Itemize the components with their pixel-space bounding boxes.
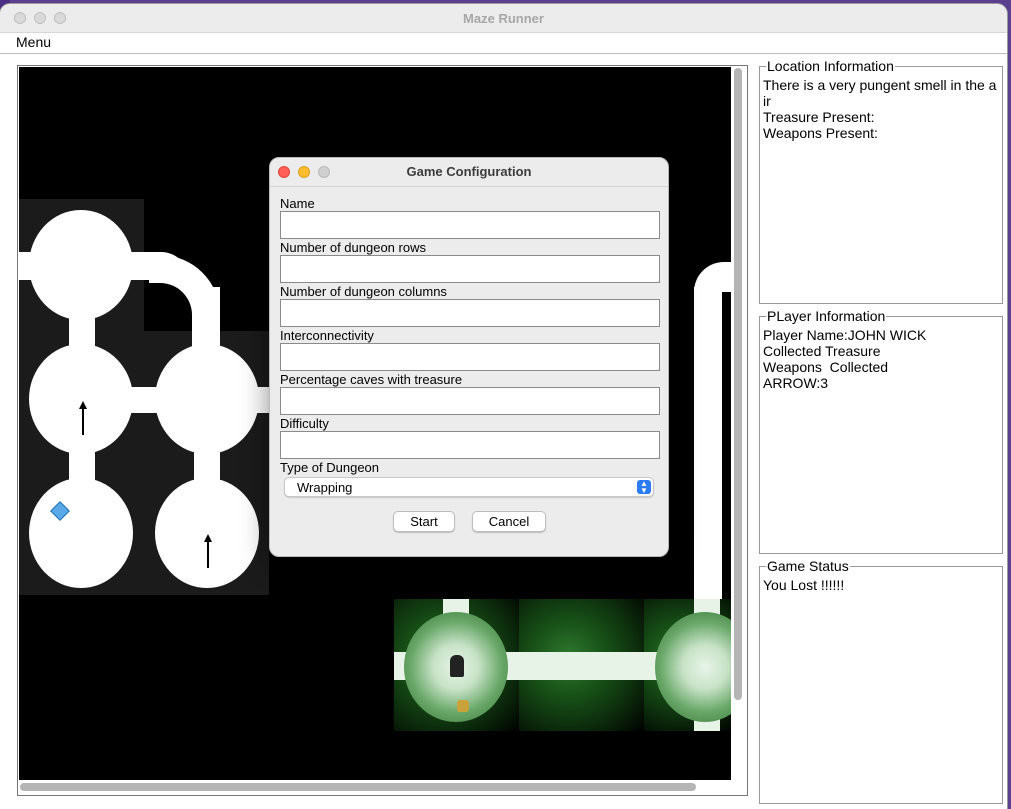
interconnectivity-input[interactable]	[280, 343, 660, 371]
location-information-panel: Location Information There is a very pun…	[759, 58, 1003, 304]
weapons-present-label: Weapons Present:	[763, 125, 878, 141]
horizontal-scrollbar[interactable]	[20, 783, 696, 791]
menu-button[interactable]: Menu	[16, 34, 51, 50]
rows-input[interactable]	[280, 255, 660, 283]
window-titlebar: Maze Runner	[0, 4, 1007, 33]
window-title: Maze Runner	[463, 11, 544, 26]
name-label: Name	[280, 196, 315, 211]
difficulty-label: Difficulty	[280, 416, 329, 431]
game-status-panel: Game Status You Lost !!!!!!	[759, 558, 1003, 804]
dungeon-type-select[interactable]: Wrapping ▲ ▼	[284, 477, 654, 497]
player-panel-title: PLayer Information	[766, 308, 887, 324]
treasure-present-label: Treasure Present:	[763, 109, 875, 125]
cave	[155, 478, 259, 588]
dialog-title: Game Configuration	[406, 164, 532, 179]
dungeon-type-label: Type of Dungeon	[280, 460, 380, 475]
arrow-shaft	[82, 407, 84, 435]
columns-label: Number of dungeon columns	[280, 284, 447, 299]
location-panel-title: Location Information	[766, 58, 895, 74]
player-icon	[450, 655, 464, 677]
weapons-collected-label: Weapons Collected	[763, 359, 889, 375]
columns-input[interactable]	[280, 299, 660, 327]
cave	[29, 478, 133, 588]
rows-label: Number of dungeon rows	[280, 240, 426, 255]
chevron-updown-icon: ▲ ▼	[637, 480, 651, 495]
vertical-scrollbar[interactable]	[734, 68, 742, 700]
start-button[interactable]: Start	[393, 511, 455, 532]
name-input[interactable]	[280, 211, 660, 239]
cave	[29, 344, 133, 454]
dungeon-type-selected: Wrapping	[297, 480, 353, 495]
interconnectivity-label: Interconnectivity	[280, 328, 374, 343]
difficulty-input[interactable]	[280, 431, 660, 459]
cave	[155, 344, 259, 454]
game-status-text: You Lost !!!!!!	[763, 577, 845, 593]
collected-treasure-label: Collected Treasure	[763, 343, 881, 359]
location-line: There is a very pungent smell in the a	[763, 77, 997, 93]
monster-icon	[457, 700, 469, 712]
player-information-panel: PLayer Information Player Name:JOHN WICK…	[759, 308, 1003, 554]
player-name: Player Name:JOHN WICK	[763, 327, 927, 343]
cave	[29, 210, 133, 320]
tunnel	[694, 287, 722, 607]
location-line: ir	[763, 93, 771, 109]
game-configuration-dialog: Game Configuration Name Number of dungeo…	[269, 157, 669, 557]
arrow-count: ARROW:3	[763, 375, 829, 391]
treasure-percentage-input[interactable]	[280, 387, 660, 415]
tunnel-curve	[149, 255, 220, 326]
arrow-shaft	[207, 540, 209, 568]
dialog-titlebar: Game Configuration	[270, 158, 668, 187]
treasure-percentage-label: Percentage caves with treasure	[280, 372, 463, 387]
cancel-button[interactable]: Cancel	[472, 511, 546, 532]
status-panel-title: Game Status	[766, 558, 850, 574]
menu-bar: Menu	[0, 33, 1007, 54]
